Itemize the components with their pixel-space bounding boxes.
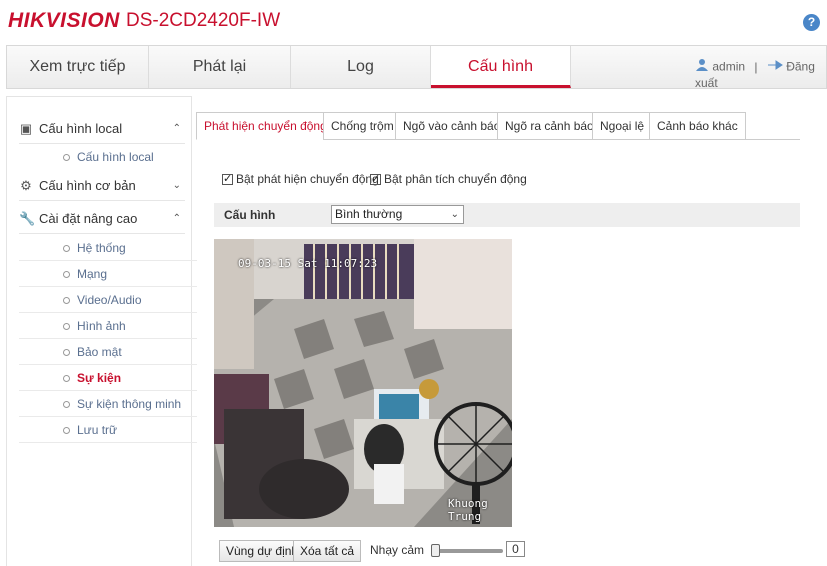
nav-configuration[interactable]: Cấu hình — [431, 46, 571, 88]
sidebar-item-network[interactable]: Mạng — [19, 261, 197, 287]
bullet-icon — [63, 297, 70, 304]
sidebar-item-image[interactable]: Hình ảnh — [19, 313, 197, 339]
clear-all-button[interactable]: Xóa tất cả — [293, 540, 362, 562]
user-separator: | — [754, 59, 758, 74]
slider-thumb[interactable] — [431, 544, 440, 557]
checkbox-checked-icon[interactable] — [370, 172, 381, 186]
video-preview[interactable]: 09-03-15 Sat 11:07:23 Khuong Trung — [214, 239, 512, 527]
sidebar-item-security[interactable]: Bảo mật — [19, 339, 197, 365]
sidebar-item-label: Cấu hình local — [77, 150, 154, 164]
sidebar-section-local[interactable]: ▣ Cấu hình local ⌃ — [19, 114, 185, 144]
user-icon — [695, 59, 712, 75]
help-icon[interactable]: ? — [803, 14, 820, 31]
osd-channel-name: Khuong Trung — [448, 497, 488, 523]
tab-alarm-output[interactable]: Ngõ ra cảnh báo — [497, 112, 602, 140]
sidebar: ▣ Cấu hình local ⌃ Cấu hình local ⚙ Cấu hì… — [6, 96, 197, 566]
device-model: DS-2CD2420F-IW — [126, 10, 281, 31]
slider-track — [435, 549, 503, 553]
sidebar-item-label: Sự kiện thông minh — [77, 397, 182, 411]
logout-icon[interactable] — [767, 60, 786, 74]
camera-scene — [214, 239, 512, 527]
chevron-up-icon: ⌃ — [172, 213, 181, 224]
bullet-icon — [63, 401, 70, 408]
sidebar-item-smart-event[interactable]: Sự kiện thông minh — [19, 391, 197, 417]
enable-motion-label: Bật phát hiện chuyển động — [236, 172, 379, 186]
tab-exception[interactable]: Ngoại lệ — [592, 112, 653, 140]
event-tabs: Phát hiện chuyển động Chống trộm Ngõ vào… — [196, 112, 800, 140]
sidebar-section-basic-label: Cấu hình cơ bản — [39, 178, 136, 193]
enable-analysis-label: Bật phân tích chuyển động — [384, 172, 527, 186]
sidebar-section-advanced[interactable]: 🔧 Cài đặt nâng cao ⌃ — [19, 204, 185, 234]
config-select[interactable]: Bình thường ⌄ — [331, 205, 464, 224]
header: HIKVISION DS-2CD2420F-IW ? — [0, 0, 827, 44]
sidebar-section-advanced-label: Cài đặt nâng cao — [39, 211, 138, 226]
config-row: Cấu hình Bình thường ⌄ — [214, 203, 800, 227]
chevron-down-icon: ⌄ — [172, 180, 181, 191]
sidebar-item-storage[interactable]: Lưu trữ — [19, 417, 197, 443]
sidebar-section-local-label: Cấu hình local — [39, 121, 123, 136]
brand-logo: HIKVISION — [8, 9, 120, 32]
gear-icon: ⚙ — [20, 178, 32, 193]
bullet-icon — [63, 271, 70, 278]
nav-log[interactable]: Log — [291, 46, 431, 88]
config-label: Cấu hình — [224, 208, 276, 222]
tab-alarm-input[interactable]: Ngõ vào cảnh báo — [395, 112, 509, 140]
bullet-icon — [63, 154, 70, 161]
chevron-down-icon: ⌄ — [450, 209, 459, 220]
bullet-icon — [63, 427, 70, 434]
sidebar-item-event[interactable]: Sự kiện — [19, 365, 197, 391]
osd-timestamp: 09-03-15 Sat 11:07:23 — [238, 257, 378, 270]
sidebar-item-video-audio[interactable]: Video/Audio — [19, 287, 197, 313]
tab-motion-detection[interactable]: Phát hiện chuyển động — [196, 112, 335, 140]
bullet-icon — [63, 375, 70, 382]
tab-other-alarm[interactable]: Cảnh báo khác — [649, 112, 746, 140]
config-select-value: Bình thường — [335, 207, 403, 221]
sensitivity-label: Nhạy cảm — [370, 543, 425, 557]
username: admin — [712, 59, 746, 74]
tab-tamper-proof[interactable]: Chống trộm — [323, 112, 402, 140]
sidebar-item-label: Video/Audio — [77, 293, 142, 307]
checkbox-checked-icon[interactable] — [222, 172, 233, 186]
enable-analysis-checkbox[interactable]: Bật phân tích chuyển động — [370, 172, 527, 186]
main-nav: Xem trực tiếp Phát lại Log Cấu hình admi… — [6, 45, 827, 90]
sensitivity-slider[interactable] — [431, 544, 503, 558]
sidebar-section-basic[interactable]: ⚙ Cấu hình cơ bản ⌄ — [19, 171, 185, 201]
bullet-icon — [63, 245, 70, 252]
monitor-icon: ▣ — [19, 121, 33, 136]
wrench-icon: 🔧 — [19, 211, 36, 226]
sidebar-item-system[interactable]: Hệ thống — [19, 235, 197, 261]
chevron-up-icon: ⌃ — [172, 123, 181, 134]
bullet-icon — [63, 349, 70, 356]
nav-live-view[interactable]: Xem trực tiếp — [7, 46, 149, 88]
sensitivity-value-input[interactable]: 0 — [506, 541, 525, 557]
user-area: admin | Đăng xuất — [695, 58, 826, 90]
sidebar-item-local-config[interactable]: Cấu hình local — [19, 144, 197, 170]
enable-motion-checkbox[interactable]: Bật phát hiện chuyển động — [222, 172, 379, 186]
nav-playback[interactable]: Phát lại — [149, 46, 291, 88]
bullet-icon — [63, 323, 70, 330]
